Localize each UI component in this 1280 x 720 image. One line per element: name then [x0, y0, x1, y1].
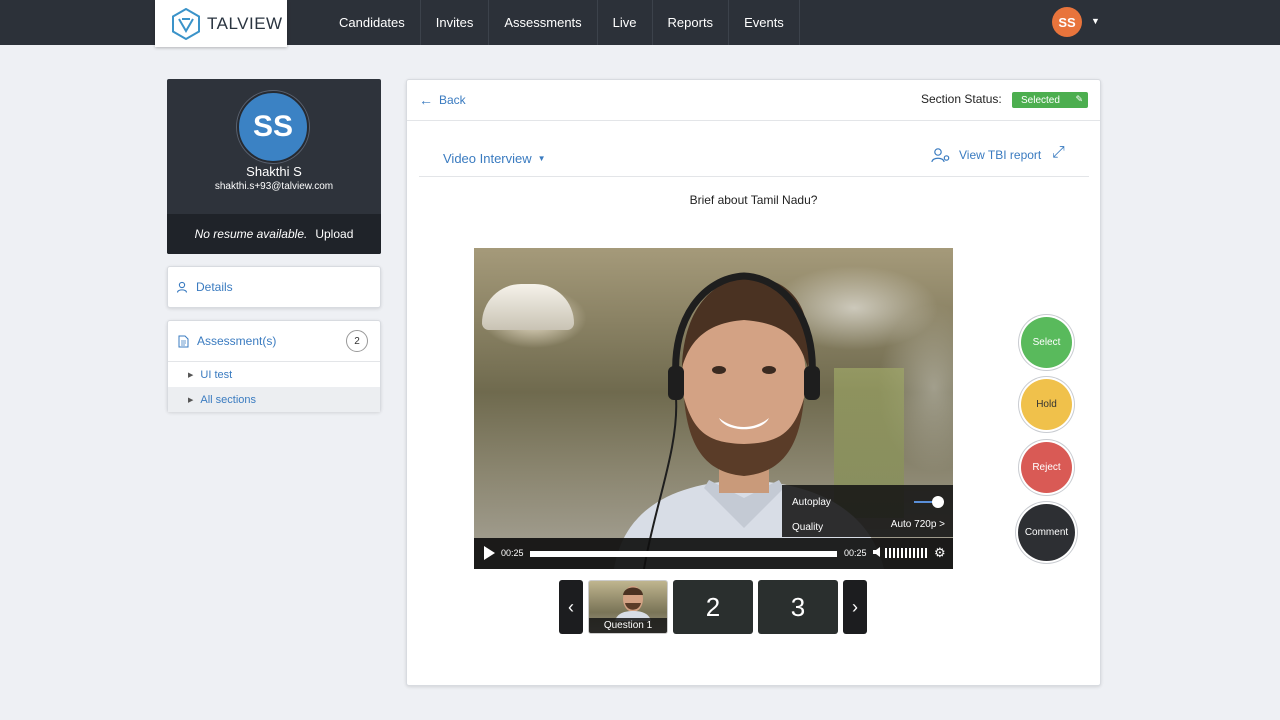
arrow-left-icon: ←: [419, 92, 433, 108]
thumbnails-prev-button[interactable]: ‹: [559, 580, 583, 634]
chevron-right-icon: ›: [852, 596, 858, 617]
assessments-header[interactable]: Assessment(s) 2: [168, 321, 380, 362]
main-nav: Candidates Invites Assessments Live Repo…: [324, 0, 800, 45]
question-thumbnail-1[interactable]: Question 1: [588, 580, 668, 634]
back-label: Back: [439, 93, 466, 107]
view-tbi-report-link[interactable]: View TBI report: [931, 147, 1041, 163]
comment-button[interactable]: Comment: [1018, 504, 1075, 561]
user-settings-icon: [931, 147, 951, 163]
section-title: Video Interview: [443, 151, 532, 166]
divider: [419, 176, 1089, 177]
view-tbi-label: View TBI report: [959, 148, 1042, 162]
assessment-item-label: UI test: [200, 368, 233, 381]
autoplay-label: Autoplay: [792, 496, 831, 508]
nav-invites[interactable]: Invites: [421, 0, 490, 45]
resume-strip: No resume available. Upload: [167, 214, 381, 254]
thumbnail-caption: Question 1: [589, 618, 667, 633]
caret-right-icon: ▶: [188, 371, 194, 379]
player-settings-popup: Autoplay Quality Auto 720p >: [782, 485, 953, 537]
question-text: Brief about Tamil Nadu?: [689, 193, 818, 207]
thumbnail-number: 3: [790, 591, 806, 622]
candidate-email: shakthi.s+93@talview.com: [214, 181, 334, 192]
autoplay-toggle[interactable]: [914, 496, 944, 508]
chevron-down-icon: ▼: [537, 154, 546, 163]
reject-button[interactable]: Reject: [1021, 442, 1072, 493]
select-button[interactable]: Select: [1021, 317, 1072, 368]
user-avatar[interactable]: SS: [1052, 7, 1082, 37]
talview-logo-icon: [172, 7, 200, 40]
play-icon[interactable]: [484, 546, 495, 560]
talview-logo[interactable]: TALVIEW: [155, 0, 287, 47]
gear-icon[interactable]: ⚙: [934, 545, 946, 561]
video-player[interactable]: Autoplay Quality Auto 720p > 00:25 00:25…: [474, 248, 953, 569]
back-button[interactable]: ← Back: [419, 92, 466, 108]
volume-slider[interactable]: [885, 548, 927, 558]
nav-assessments[interactable]: Assessments: [489, 0, 598, 45]
thumbnails-next-button[interactable]: ›: [843, 580, 867, 634]
chevron-left-icon: ‹: [568, 596, 574, 617]
current-time: 00:25: [501, 548, 524, 558]
section-status-value: Selected: [1021, 94, 1060, 106]
autoplay-row: Autoplay: [792, 494, 831, 510]
expand-icon[interactable]: ⤢: [1052, 144, 1065, 162]
upload-resume-link[interactable]: Upload: [315, 227, 353, 241]
video-controls: 00:25 00:25 ⚙: [474, 538, 953, 569]
nav-candidates[interactable]: Candidates: [324, 0, 421, 45]
question-thumbnail-3[interactable]: 3: [758, 580, 838, 634]
thumbnail-candidate-image: [615, 586, 651, 621]
details-label: Details: [196, 280, 233, 294]
main-card: ← Back Section Status: Selected ✎ Video …: [406, 79, 1101, 686]
candidate-avatar: SS: [237, 91, 309, 163]
chevron-down-icon[interactable]: ▼: [1091, 16, 1100, 26]
top-navbar: TALVIEW Candidates Invites Assessments L…: [0, 0, 1280, 47]
volume-icon[interactable]: [872, 546, 883, 558]
no-resume-text: No resume available.: [194, 227, 308, 241]
document-icon: [178, 335, 189, 348]
progress-bar[interactable]: [530, 551, 837, 557]
caret-right-icon: ▶: [188, 396, 194, 404]
duration-time: 00:25: [844, 548, 867, 558]
nav-live[interactable]: Live: [598, 0, 653, 45]
section-status-label: Section Status:: [921, 92, 1002, 106]
user-icon: [176, 281, 188, 293]
brand-name: TALVIEW: [207, 13, 283, 33]
question-thumbnail-2[interactable]: 2: [673, 580, 753, 634]
quality-value[interactable]: Auto 720p >: [891, 519, 945, 530]
thumbnail-number: 2: [705, 591, 721, 622]
nav-reports[interactable]: Reports: [653, 0, 730, 45]
assessment-item-label: All sections: [200, 393, 257, 406]
details-link[interactable]: Details: [167, 266, 381, 308]
quality-label: Quality: [792, 521, 824, 533]
section-dropdown[interactable]: Video Interview ▼: [443, 151, 546, 166]
assessments-count-badge: 2: [346, 330, 368, 352]
candidate-name: Shakthi S: [246, 164, 302, 179]
pencil-icon: ✎: [1075, 94, 1083, 104]
assessments-panel: Assessment(s) 2 ▶ UI test ▶ All sections: [167, 320, 381, 412]
candidate-profile-card: SS Shakthi S shakthi.s+93@talview.com No…: [167, 79, 381, 254]
assessments-label: Assessment(s): [197, 334, 277, 348]
divider: [407, 120, 1100, 121]
hold-button[interactable]: Hold: [1021, 379, 1072, 430]
quality-row[interactable]: Quality: [792, 519, 823, 535]
assessment-item-ui-test[interactable]: ▶ UI test: [168, 362, 380, 387]
nav-events[interactable]: Events: [729, 0, 800, 45]
assessment-item-all-sections[interactable]: ▶ All sections: [168, 387, 380, 412]
section-status-badge[interactable]: Selected ✎: [1012, 92, 1088, 108]
